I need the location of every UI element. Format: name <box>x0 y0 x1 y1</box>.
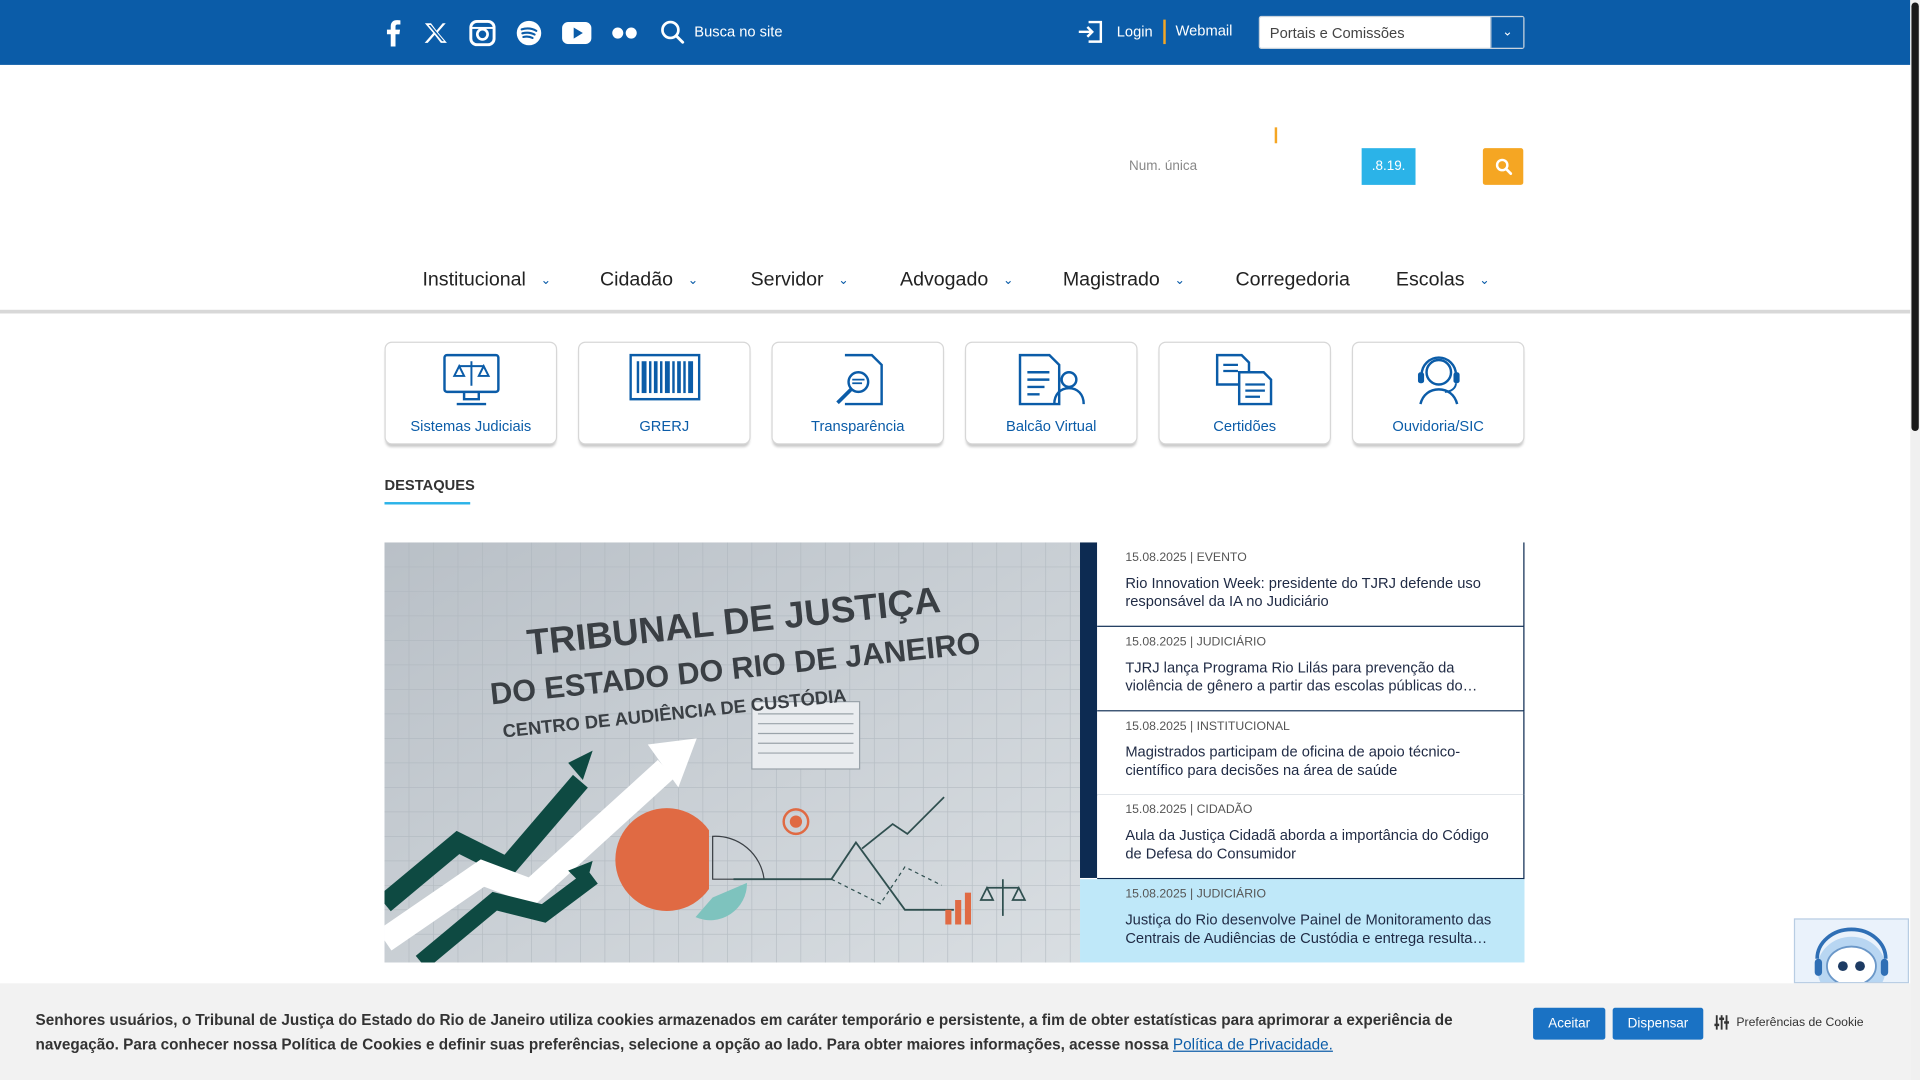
process-number-input[interactable]: Num. única <box>1119 148 1359 185</box>
page-scrollbar[interactable] <box>1910 0 1920 1080</box>
news-meta: 15.08.2025 | INSTITUCIONAL <box>1125 720 1290 734</box>
news-item[interactable]: 15.08.2025 | JUDICIÁRIO TJRJ lança Progr… <box>1097 626 1525 712</box>
quick-link-label: Certidões <box>1213 417 1277 435</box>
quick-link-sistemas-judiciais[interactable]: Sistemas Judiciais <box>384 341 558 445</box>
documents-person-icon <box>1018 353 1085 406</box>
quick-link-label: GRERJ <box>639 417 690 435</box>
login-link[interactable]: Login <box>1078 20 1153 44</box>
youtube-icon[interactable] <box>561 17 593 49</box>
chevron-down-icon: ⌄ <box>1479 273 1490 288</box>
nav-item-servidor[interactable]: Servidor ⌄ <box>751 269 849 291</box>
news-title: Magistrados participam de oficina de apo… <box>1125 743 1461 779</box>
top-divider <box>1163 19 1166 45</box>
news-item[interactable]: 15.08.2025 | INSTITUCIONAL Magistrados p… <box>1097 711 1525 796</box>
nav-item-cidadao[interactable]: Cidadão ⌄ <box>600 269 698 291</box>
spotify-icon[interactable] <box>513 17 545 49</box>
process-input-caret <box>1274 127 1278 144</box>
nav-item-escolas[interactable]: Escolas ⌄ <box>1396 269 1490 291</box>
accept-cookies-button[interactable]: Aceitar <box>1533 1007 1606 1040</box>
sliders-icon <box>1714 1015 1729 1030</box>
news-meta: 15.08.2025 | JUDICIÁRIO <box>1125 635 1266 649</box>
news-meta: 15.08.2025 | EVENTO <box>1125 551 1247 565</box>
site-search[interactable]: Busca no site <box>660 20 783 44</box>
nav-item-advogado[interactable]: Advogado ⌄ <box>900 269 1013 291</box>
featured-image[interactable]: TRIBUNAL DE JUSTIÇA DO ESTADO DO RIO DE … <box>384 542 1081 963</box>
news-item[interactable]: 15.08.2025 | EVENTO Rio Innovation Week:… <box>1097 542 1525 627</box>
webmail-link[interactable]: Webmail <box>1176 22 1233 39</box>
dismiss-cookies-button[interactable]: Dispensar <box>1612 1007 1704 1040</box>
chevron-down-icon: ⌄ <box>1490 17 1524 48</box>
search-icon <box>1495 158 1512 175</box>
nav-item-institucional[interactable]: Institucional ⌄ <box>422 269 550 291</box>
quick-link-certidoes[interactable]: Certidões <box>1158 341 1332 445</box>
login-icon <box>1078 20 1103 43</box>
monitor-scales-icon <box>442 353 499 406</box>
nav-item-magistrado[interactable]: Magistrado ⌄ <box>1063 269 1185 291</box>
news-list-bar <box>1080 542 1098 878</box>
quick-link-ouvidoria[interactable]: Ouvidoria/SIC <box>1351 341 1525 445</box>
quick-link-balcao-virtual[interactable]: Balcão Virtual <box>964 341 1138 445</box>
section-title-underline <box>384 502 471 505</box>
top-bar: Busca no site Login Webmail Portais e Co… <box>0 0 1911 65</box>
news-title: Aula da Justiça Cidadã aborda a importân… <box>1125 826 1489 863</box>
site-search-label: Busca no site <box>694 23 783 41</box>
chevron-down-icon: ⌄ <box>1002 273 1014 288</box>
chevron-down-icon: ⌄ <box>687 273 698 288</box>
process-number-placeholder: Num. única <box>1128 159 1198 174</box>
cookie-preferences-button[interactable]: Preferências de Cookie <box>1714 1015 1864 1030</box>
quick-link-transparencia[interactable]: Transparência <box>771 341 945 445</box>
news-title: TJRJ lança Programa Rio Lilás para preve… <box>1125 658 1478 695</box>
news-meta: 15.08.2025 | JUDICIÁRIO <box>1125 887 1266 902</box>
cookie-banner: Senhores usuários, o Tribunal de Justiça… <box>0 983 1911 1080</box>
document-magnifier-icon <box>835 353 883 406</box>
x-twitter-icon[interactable] <box>420 17 452 49</box>
privacy-policy-link[interactable]: Política de Privacidade. <box>1173 1036 1333 1053</box>
instagram-icon[interactable] <box>467 17 499 49</box>
headset-icon <box>1417 356 1459 405</box>
nav-item-corregedoria[interactable]: Corregedoria <box>1236 269 1350 291</box>
news-item[interactable]: 15.08.2025 | CIDADÃO Aula da Justiça Cid… <box>1097 794 1525 880</box>
news-meta: 15.08.2025 | CIDADÃO <box>1125 803 1253 817</box>
news-item-active[interactable]: 15.08.2025 | JUDICIÁRIO Justiça do Rio d… <box>1080 879 1525 963</box>
quick-link-grerj[interactable]: GRERJ <box>577 341 751 445</box>
chevron-down-icon: ⌄ <box>540 273 551 288</box>
news-title: Justiça do Rio desenvolve Painel de Moni… <box>1125 911 1492 947</box>
quick-link-label: Ouvidoria/SIC <box>1392 417 1484 435</box>
chevron-down-icon: ⌄ <box>1174 273 1185 288</box>
portais-select[interactable]: Portais e Comissões ⌄ <box>1258 15 1525 49</box>
main-nav: Institucional ⌄ Cidadão ⌄ Servidor ⌄ Advoga… <box>0 260 1911 314</box>
cookie-text: Senhores usuários, o Tribunal de Justiça… <box>35 1011 1453 1054</box>
search-icon <box>661 20 685 44</box>
news-list: 15.08.2025 | EVENTO Rio Innovation Week:… <box>1080 542 1525 963</box>
facebook-icon[interactable] <box>377 17 409 49</box>
cookie-preferences-label: Preferências de Cookie <box>1736 1015 1864 1030</box>
news-title: Rio Innovation Week: presidente do TJRJ … <box>1125 574 1481 610</box>
barcode-icon <box>628 353 700 401</box>
quick-link-label: Balcão Virtual <box>1006 417 1097 435</box>
chatbot-launcher[interactable] <box>1793 918 1909 984</box>
chevron-down-icon: ⌄ <box>838 273 849 288</box>
quick-link-label: Sistemas Judiciais <box>410 417 532 435</box>
process-code-field[interactable]: .8.19. <box>1361 148 1416 185</box>
quick-link-label: Transparência <box>811 417 905 435</box>
flickr-icon[interactable] <box>609 17 641 49</box>
documents-stack-icon <box>1215 353 1272 406</box>
section-title: DESTAQUES <box>384 476 475 494</box>
scrollbar-thumb[interactable] <box>1911 2 1919 432</box>
robot-icon <box>1814 927 1889 983</box>
portais-select-value: Portais e Comissões <box>1269 23 1405 42</box>
process-search-button[interactable] <box>1482 148 1524 185</box>
login-label: Login <box>1116 23 1153 41</box>
